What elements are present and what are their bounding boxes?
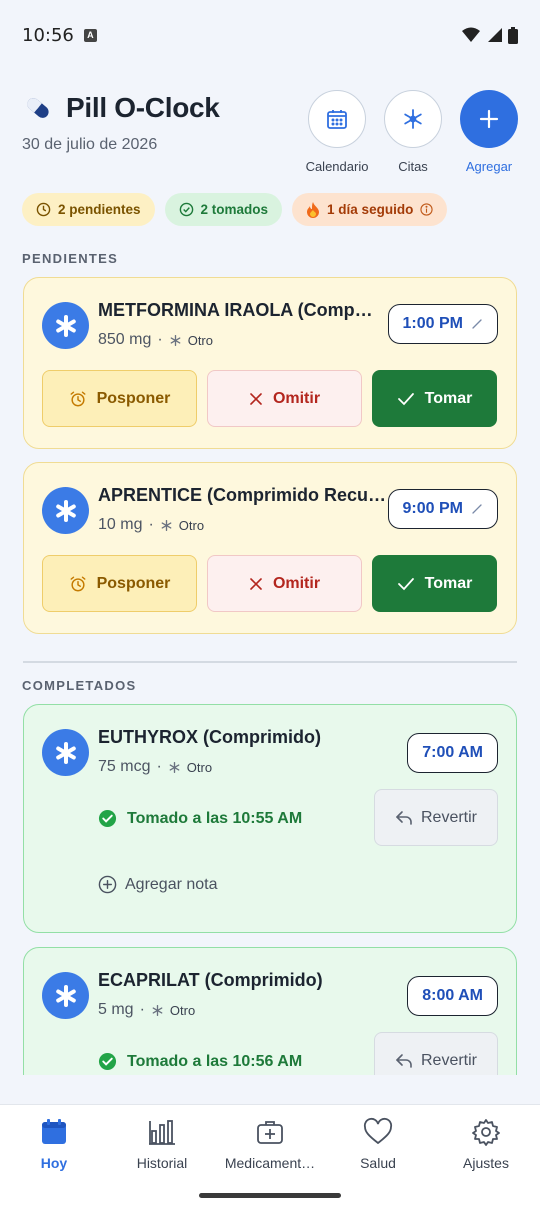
medication-icon [42, 487, 89, 534]
calendar-icon [327, 110, 347, 129]
pill-logo-icon [27, 98, 49, 118]
skip-button[interactable]: Omitir [207, 370, 362, 427]
heart-icon [363, 1117, 393, 1145]
bar-chart-icon [149, 1120, 175, 1145]
medication-category: Otro [178, 517, 205, 533]
scheduled-time-button[interactable]: 1:00 PM [387, 304, 498, 344]
category-icon [170, 334, 181, 346]
alarm-icon [70, 576, 86, 591]
take-button[interactable]: Tomar [372, 370, 497, 427]
app-title: Pill O-Clock [66, 92, 220, 123]
scheduled-time-label: 7:00 AM [407, 733, 498, 773]
dose-actions: Posponer Omitir Tomar [42, 555, 497, 612]
asterisk-icon [55, 741, 76, 764]
nav-today[interactable]: Hoy [0, 1117, 108, 1171]
category-icon [169, 761, 180, 773]
nav-health[interactable]: Salud [324, 1117, 432, 1171]
pending-medication-card: APRENTICE (Comprimido Recubierto) 10 mg … [23, 462, 517, 634]
medication-icon [42, 302, 89, 349]
medication-category: Otro [186, 759, 213, 775]
medical-star-icon [404, 109, 422, 129]
scheduled-time-button[interactable]: 9:00 PM [387, 489, 498, 529]
medication-name: METFORMINA IRAOLA (Comprimido) [98, 300, 376, 320]
undo-icon [396, 1053, 412, 1068]
edit-pencil-icon [472, 319, 482, 329]
check-circle-filled-icon [98, 809, 117, 828]
medical-kit-icon [257, 1121, 283, 1144]
asterisk-icon [55, 499, 76, 522]
close-icon [250, 577, 262, 590]
medication-details: 75 mcg · Otro [98, 758, 213, 775]
check-circle-filled-icon [98, 1052, 117, 1071]
section-divider [23, 661, 517, 663]
take-button[interactable]: Tomar [372, 555, 497, 612]
completed-medication-card: ECAPRILAT (Comprimido) 5 mg · Otro 8:00 … [23, 947, 517, 1075]
alarm-icon [70, 391, 86, 406]
nav-settings[interactable]: Ajustes [432, 1117, 540, 1171]
dose-actions: Posponer Omitir Tomar [42, 370, 497, 427]
calendar-today-icon [42, 1119, 66, 1144]
appointments-button[interactable]: Citas [384, 90, 442, 174]
medication-details: 850 mg · Otro [98, 331, 213, 348]
add-medication-button[interactable]: Agregar [460, 90, 518, 174]
clock-icon [36, 202, 51, 217]
gear-icon [472, 1119, 500, 1146]
category-icon [152, 1004, 163, 1016]
appointments-label: Citas [398, 159, 428, 174]
medication-details: 5 mg · Otro [98, 1001, 196, 1018]
pending-section-title: PENDIENTES [22, 251, 119, 266]
check-icon [397, 577, 414, 590]
nav-history[interactable]: Historial [108, 1117, 216, 1171]
edit-pencil-icon [472, 504, 482, 514]
close-icon [250, 392, 262, 405]
skip-button[interactable]: Omitir [207, 555, 362, 612]
medication-dose: 75 mcg [98, 758, 151, 775]
calendar-label: Calendario [305, 159, 369, 174]
snooze-button[interactable]: Posponer [42, 370, 197, 427]
completed-medication-card: EUTHYROX (Comprimido) 75 mcg · Otro 7:00… [23, 704, 517, 933]
asterisk-icon [55, 984, 76, 1007]
taken-status: Tomado a las 10:55 AM [98, 809, 302, 828]
revert-button[interactable]: Revertir [374, 789, 498, 846]
taken-status: Tomado a las 10:56 AM [98, 1052, 302, 1071]
medication-name: ECAPRILAT (Comprimido) [98, 970, 323, 990]
snooze-button[interactable]: Posponer [42, 555, 197, 612]
plus-icon [479, 109, 499, 129]
add-circle-icon [98, 875, 117, 894]
check-icon [397, 392, 414, 405]
medication-details: 10 mg · Otro [98, 516, 205, 533]
medication-icon [42, 729, 89, 776]
medication-name: EUTHYROX (Comprimido) [98, 727, 321, 747]
pending-count-chip: 2 pendientes [22, 193, 155, 226]
medication-dose: 5 mg [98, 1001, 134, 1018]
today-scroll-area[interactable]: Pill O-Clock 30 de julio de 2026 Calenda… [0, 0, 540, 1075]
page-header: Pill O-Clock 30 de julio de 2026 Calenda… [22, 90, 518, 180]
fire-icon [307, 201, 320, 218]
header-actions: Calendario Citas Agregar [305, 90, 518, 174]
add-label: Agregar [465, 159, 513, 174]
category-icon [161, 519, 172, 531]
info-icon [420, 203, 433, 216]
pending-medication-card: METFORMINA IRAOLA (Comprimido) 850 mg · … [23, 277, 517, 449]
calendar-button[interactable]: Calendario [305, 90, 369, 174]
medication-icon [42, 972, 89, 1019]
nav-medications[interactable]: Medicament… [216, 1117, 324, 1171]
completed-section-title: COMPLETADOS [22, 678, 137, 693]
check-circle-icon [179, 202, 193, 217]
medication-category: Otro [169, 1002, 196, 1018]
add-note-button[interactable]: Agregar nota [98, 875, 218, 894]
asterisk-icon [55, 314, 76, 337]
summary-chips: 2 pendientes 2 tomados 1 día seguido [22, 193, 448, 226]
taken-count-chip: 2 tomados [164, 193, 283, 226]
medication-name: APRENTICE (Comprimido Recubierto) [98, 485, 388, 505]
revert-button[interactable]: Revertir [374, 1032, 498, 1075]
scheduled-time-label: 8:00 AM [407, 976, 498, 1016]
home-indicator[interactable] [199, 1193, 341, 1198]
medication-dose: 10 mg [98, 516, 143, 533]
undo-icon [396, 810, 412, 825]
medication-category: Otro [187, 332, 213, 348]
medication-dose: 850 mg [98, 331, 152, 348]
streak-chip[interactable]: 1 día seguido [292, 193, 448, 226]
